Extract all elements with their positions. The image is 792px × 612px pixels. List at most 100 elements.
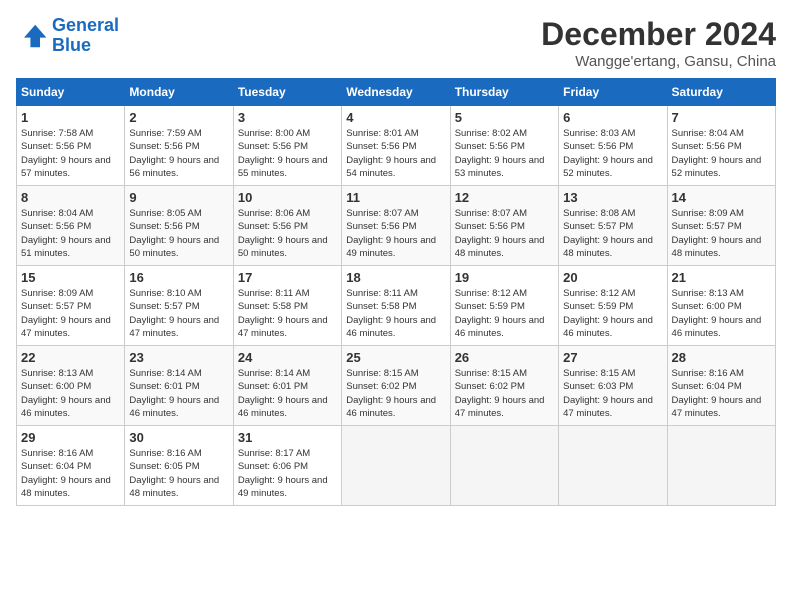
day-info: Sunrise: 8:07 AMSunset: 5:56 PMDaylight:… [346, 207, 445, 260]
calendar-cell: 18 Sunrise: 8:11 AMSunset: 5:58 PMDayligh… [342, 266, 450, 346]
day-number: 16 [129, 270, 228, 285]
day-number: 12 [455, 190, 554, 205]
weekday-header-wednesday: Wednesday [342, 79, 450, 106]
location: Wangge'ertang, Gansu, China [541, 53, 776, 70]
day-info: Sunrise: 8:00 AMSunset: 5:56 PMDaylight:… [238, 127, 337, 180]
day-number: 20 [563, 270, 662, 285]
day-number: 21 [672, 270, 771, 285]
logo-text: General Blue [52, 16, 119, 56]
title-block: December 2024 Wangge'ertang, Gansu, Chin… [541, 16, 776, 70]
calendar-cell: 14Sunrise: 8:09 AMSunset: 5:57 PMDayligh… [667, 186, 775, 266]
calendar-cell: 22 Sunrise: 8:13 AMSunset: 6:00 PMDayligh… [17, 346, 125, 426]
weekday-header-row: SundayMondayTuesdayWednesdayThursdayFrid… [17, 79, 776, 106]
calendar-cell: 5Sunrise: 8:02 AMSunset: 5:56 PMDaylight… [450, 106, 558, 186]
calendar-cell: 26Sunrise: 8:15 AMSunset: 6:02 PMDayligh… [450, 346, 558, 426]
calendar-cell: 29 Sunrise: 8:16 AMSunset: 6:04 PMDayligh… [17, 426, 125, 506]
calendar-cell: 2 Sunrise: 7:59 AMSunset: 5:56 PMDaylight… [125, 106, 233, 186]
calendar-cell: 10Sunrise: 8:06 AMSunset: 5:56 PMDayligh… [233, 186, 341, 266]
day-info: Sunrise: 8:11 AMSunset: 5:58 PMDaylight:… [346, 287, 445, 340]
month-title: December 2024 [541, 16, 776, 53]
day-info: Sunrise: 8:12 AMSunset: 5:59 PMDaylight:… [455, 287, 554, 340]
day-info: Sunrise: 8:15 AMSunset: 6:02 PMDaylight:… [346, 367, 445, 420]
weekday-header-tuesday: Tuesday [233, 79, 341, 106]
logo-line2: Blue [52, 35, 91, 55]
day-info: Sunrise: 8:01 AMSunset: 5:56 PMDaylight:… [346, 127, 445, 180]
day-info: Sunrise: 8:16 AMSunset: 6:04 PMDaylight:… [672, 367, 771, 420]
day-info: Sunrise: 8:04 AMSunset: 5:56 PMDaylight:… [672, 127, 771, 180]
day-number: 18 [346, 270, 445, 285]
calendar-cell [559, 426, 667, 506]
day-number: 4 [346, 110, 445, 125]
page-header: General Blue December 2024 Wangge'ertang… [16, 16, 776, 70]
calendar-week-3: 15Sunrise: 8:09 AMSunset: 5:57 PMDayligh… [17, 266, 776, 346]
calendar-cell: 7Sunrise: 8:04 AMSunset: 5:56 PMDaylight… [667, 106, 775, 186]
weekday-header-saturday: Saturday [667, 79, 775, 106]
calendar-cell [667, 426, 775, 506]
day-info: Sunrise: 8:09 AMSunset: 5:57 PMDaylight:… [672, 207, 771, 260]
day-info: Sunrise: 8:08 AMSunset: 5:57 PMDaylight:… [563, 207, 662, 260]
day-number: 29 [21, 430, 120, 445]
calendar-cell: 20 Sunrise: 8:12 AMSunset: 5:59 PMDayligh… [559, 266, 667, 346]
day-info: Sunrise: 8:14 AMSunset: 6:01 PMDaylight:… [238, 367, 337, 420]
calendar-cell: 23 Sunrise: 8:14 AMSunset: 6:01 PMDayligh… [125, 346, 233, 426]
day-info: Sunrise: 7:59 AMSunset: 5:56 PMDaylight:… [129, 127, 228, 180]
calendar-cell: 31Sunrise: 8:17 AMSunset: 6:06 PMDayligh… [233, 426, 341, 506]
day-info: Sunrise: 8:10 AMSunset: 5:57 PMDaylight:… [129, 287, 228, 340]
day-number: 11 [346, 190, 445, 205]
calendar-cell: 15Sunrise: 8:09 AMSunset: 5:57 PMDayligh… [17, 266, 125, 346]
logo: General Blue [16, 16, 119, 56]
calendar-cell: 16 Sunrise: 8:10 AMSunset: 5:57 PMDayligh… [125, 266, 233, 346]
calendar-cell: 21 Sunrise: 8:13 AMSunset: 6:00 PMDayligh… [667, 266, 775, 346]
calendar-week-1: 1Sunrise: 7:58 AMSunset: 5:56 PMDaylight… [17, 106, 776, 186]
calendar-cell: 3 Sunrise: 8:00 AMSunset: 5:56 PMDaylight… [233, 106, 341, 186]
calendar-cell: 24 Sunrise: 8:14 AMSunset: 6:01 PMDayligh… [233, 346, 341, 426]
day-number: 24 [238, 350, 337, 365]
day-info: Sunrise: 8:16 AMSunset: 6:05 PMDaylight:… [129, 447, 228, 500]
day-number: 25 [346, 350, 445, 365]
weekday-header-monday: Monday [125, 79, 233, 106]
day-number: 2 [129, 110, 228, 125]
day-number: 19 [455, 270, 554, 285]
calendar-cell: 27Sunrise: 8:15 AMSunset: 6:03 PMDayligh… [559, 346, 667, 426]
day-number: 28 [672, 350, 771, 365]
calendar-cell: 13 Sunrise: 8:08 AMSunset: 5:57 PMDayligh… [559, 186, 667, 266]
day-info: Sunrise: 8:06 AMSunset: 5:56 PMDaylight:… [238, 207, 337, 260]
day-number: 23 [129, 350, 228, 365]
day-number: 1 [21, 110, 120, 125]
day-number: 13 [563, 190, 662, 205]
calendar-week-5: 29 Sunrise: 8:16 AMSunset: 6:04 PMDayligh… [17, 426, 776, 506]
calendar-cell: 4 Sunrise: 8:01 AMSunset: 5:56 PMDaylight… [342, 106, 450, 186]
calendar-cell: 6Sunrise: 8:03 AMSunset: 5:56 PMDaylight… [559, 106, 667, 186]
calendar-cell: 1Sunrise: 7:58 AMSunset: 5:56 PMDaylight… [17, 106, 125, 186]
day-info: Sunrise: 8:14 AMSunset: 6:01 PMDaylight:… [129, 367, 228, 420]
day-info: Sunrise: 8:11 AMSunset: 5:58 PMDaylight:… [238, 287, 337, 340]
calendar-cell: 17 Sunrise: 8:11 AMSunset: 5:58 PMDayligh… [233, 266, 341, 346]
calendar-table: SundayMondayTuesdayWednesdayThursdayFrid… [16, 78, 776, 506]
day-number: 17 [238, 270, 337, 285]
calendar-cell: 25 Sunrise: 8:15 AMSunset: 6:02 PMDayligh… [342, 346, 450, 426]
day-info: Sunrise: 8:02 AMSunset: 5:56 PMDaylight:… [455, 127, 554, 180]
day-info: Sunrise: 8:07 AMSunset: 5:56 PMDaylight:… [455, 207, 554, 260]
calendar-week-4: 22 Sunrise: 8:13 AMSunset: 6:00 PMDayligh… [17, 346, 776, 426]
calendar-cell: 28 Sunrise: 8:16 AMSunset: 6:04 PMDayligh… [667, 346, 775, 426]
day-info: Sunrise: 8:15 AMSunset: 6:02 PMDaylight:… [455, 367, 554, 420]
day-info: Sunrise: 8:12 AMSunset: 5:59 PMDaylight:… [563, 287, 662, 340]
calendar-week-2: 8Sunrise: 8:04 AMSunset: 5:56 PMDaylight… [17, 186, 776, 266]
calendar-cell: 8Sunrise: 8:04 AMSunset: 5:56 PMDaylight… [17, 186, 125, 266]
day-info: Sunrise: 8:16 AMSunset: 6:04 PMDaylight:… [21, 447, 120, 500]
day-number: 15 [21, 270, 120, 285]
weekday-header-sunday: Sunday [17, 79, 125, 106]
calendar-cell: 11 Sunrise: 8:07 AMSunset: 5:56 PMDayligh… [342, 186, 450, 266]
weekday-header-friday: Friday [559, 79, 667, 106]
day-number: 3 [238, 110, 337, 125]
calendar-cell [342, 426, 450, 506]
day-info: Sunrise: 8:05 AMSunset: 5:56 PMDaylight:… [129, 207, 228, 260]
weekday-header-thursday: Thursday [450, 79, 558, 106]
day-number: 30 [129, 430, 228, 445]
day-number: 22 [21, 350, 120, 365]
calendar-cell: 19 Sunrise: 8:12 AMSunset: 5:59 PMDayligh… [450, 266, 558, 346]
calendar-cell: 30 Sunrise: 8:16 AMSunset: 6:05 PMDayligh… [125, 426, 233, 506]
day-info: Sunrise: 8:13 AMSunset: 6:00 PMDaylight:… [672, 287, 771, 340]
day-info: Sunrise: 8:13 AMSunset: 6:00 PMDaylight:… [21, 367, 120, 420]
calendar-cell [450, 426, 558, 506]
